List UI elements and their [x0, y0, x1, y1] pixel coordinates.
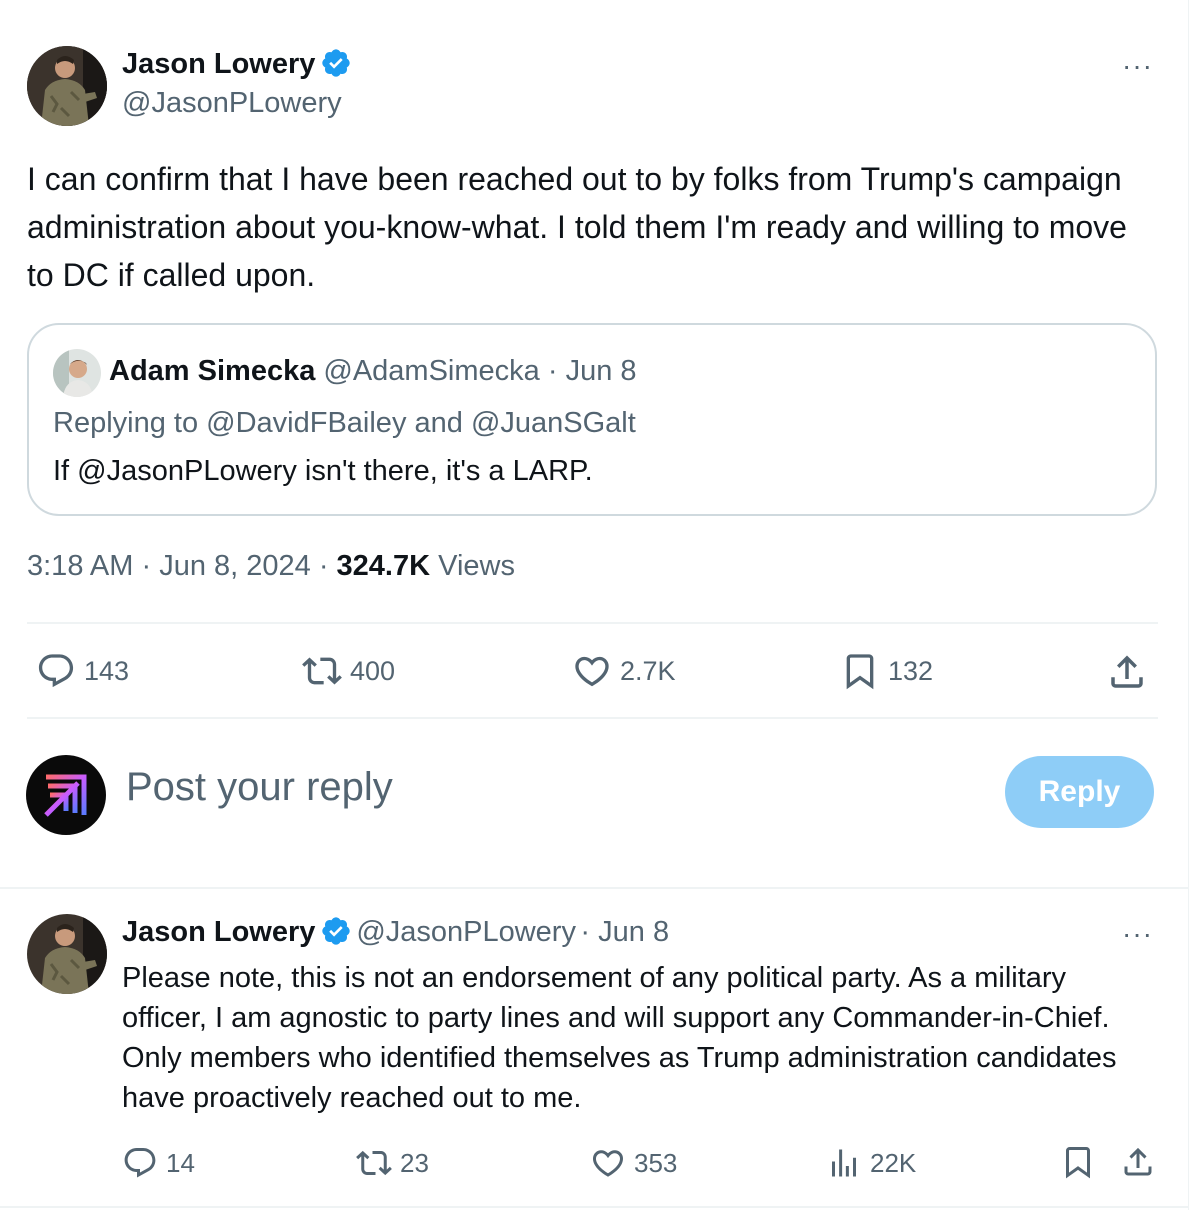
reply-text: Please note, this is not an endorsement … [122, 962, 1117, 1114]
bookmark-icon [1060, 1144, 1096, 1180]
quoted-replying-to: Replying to @DavidFBailey and @JuanSGalt [53, 407, 636, 440]
reply-button[interactable]: Reply [1005, 756, 1154, 828]
replying-to-mention-1[interactable]: @DavidFBailey [206, 407, 406, 439]
repost-action[interactable]: 400 [302, 651, 395, 691]
author-name-row: Jason Lowery [122, 47, 352, 81]
tweet-date[interactable]: Jun 8, 2024 [159, 550, 311, 582]
reply-repost-action[interactable]: 23 [356, 1145, 429, 1181]
views-label[interactable]: Views [438, 550, 515, 582]
reply-share-button[interactable] [1120, 1144, 1156, 1180]
reply-date[interactable]: · Jun 8 [580, 916, 669, 948]
reply-views-count: 22K [870, 1147, 917, 1178]
repost-count: 400 [350, 655, 396, 686]
reply-author-name[interactable]: Jason Lowery [122, 916, 315, 948]
reply-author-avatar[interactable] [27, 914, 107, 994]
share-icon [1120, 1144, 1156, 1180]
tweet-time[interactable]: 3:18 AM [27, 550, 133, 582]
views-count: 324.7K [336, 550, 431, 582]
tweet-meta: 3:18 AM · Jun 8, 2024 · 324.7K Views [27, 550, 515, 582]
heart-icon [590, 1145, 626, 1181]
reply-reply-count: 14 [166, 1147, 195, 1178]
divider [0, 1206, 1188, 1208]
reply-reply-action[interactable]: 14 [122, 1145, 195, 1181]
reply-like-count: 353 [634, 1147, 678, 1178]
replying-to-and: and [414, 407, 463, 439]
quoted-text: If @JasonPLowery isn't there, it's a LAR… [53, 455, 593, 487]
divider [27, 717, 1158, 719]
reply-icon [122, 1145, 158, 1181]
bookmark-icon [840, 651, 880, 691]
quoted-author-name[interactable]: Adam Simecka [109, 355, 315, 387]
reply-input[interactable]: Post your reply [126, 765, 393, 810]
replying-to-label: Replying to [53, 407, 199, 439]
quoted-author-avatar [53, 349, 101, 397]
reply-header: Jason Lowery @JasonPLowery · Jun 8 [122, 915, 669, 949]
heart-icon [572, 651, 612, 691]
author-avatar[interactable] [27, 46, 107, 126]
share-icon [1106, 651, 1148, 693]
bookmark-count: 132 [888, 655, 934, 686]
like-count: 2.7K [620, 655, 676, 686]
divider [27, 622, 1158, 624]
bookmark-action[interactable]: 132 [840, 651, 933, 691]
reply-like-action[interactable]: 353 [590, 1145, 677, 1181]
user-avatar[interactable] [26, 755, 106, 835]
analytics-icon [826, 1145, 862, 1181]
timeline-border [1188, 0, 1189, 1210]
reply-views-action[interactable]: 22K [826, 1145, 916, 1181]
reply-icon [36, 651, 76, 691]
share-button[interactable] [1106, 651, 1148, 693]
reply-count: 143 [84, 655, 130, 686]
author-name[interactable]: Jason Lowery [122, 48, 315, 80]
reply-action[interactable]: 143 [36, 651, 129, 691]
reply-more-options-icon[interactable]: ··· [1122, 920, 1153, 948]
verified-badge-icon [320, 47, 352, 79]
reply-repost-count: 23 [400, 1147, 429, 1178]
replying-to-mention-2[interactable]: @JuanSGalt [471, 407, 636, 439]
divider [0, 887, 1188, 889]
more-options-icon[interactable]: ··· [1122, 52, 1153, 80]
verified-badge-icon [320, 915, 352, 947]
tweet-text: I can confirm that I have been reached o… [27, 161, 1127, 293]
quoted-date: · Jun 8 [547, 355, 637, 387]
author-handle[interactable]: @JasonPLowery [122, 87, 342, 120]
repost-icon [302, 651, 342, 691]
reply-bookmark-button[interactable] [1060, 1144, 1096, 1180]
quoted-tweet[interactable]: Adam Simecka @AdamSimecka · Jun 8 Replyi… [27, 323, 1157, 516]
quoted-author-handle[interactable]: @AdamSimecka [323, 355, 539, 387]
like-action[interactable]: 2.7K [572, 651, 676, 691]
repost-icon [356, 1145, 392, 1181]
quoted-header: Adam Simecka @AdamSimecka · Jun 8 [109, 355, 637, 388]
reply-author-handle[interactable]: @JasonPLowery [356, 916, 576, 948]
